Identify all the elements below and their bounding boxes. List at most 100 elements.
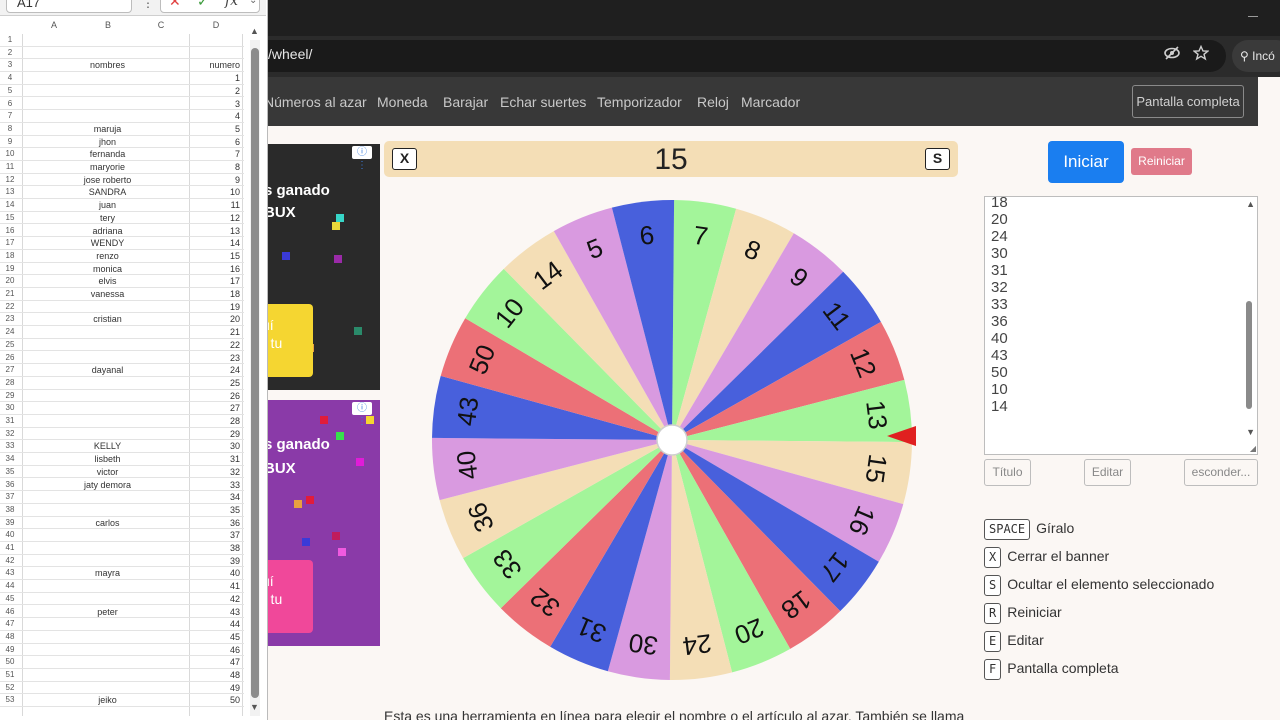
cell-nombre[interactable]: SANDRA bbox=[26, 186, 189, 199]
column-header-c[interactable]: C bbox=[136, 20, 186, 34]
title-button[interactable]: Título bbox=[984, 459, 1031, 486]
star-icon[interactable] bbox=[1192, 44, 1210, 66]
scroll-up-icon[interactable]: ▲ bbox=[1246, 199, 1255, 209]
row-number[interactable]: 40 bbox=[0, 529, 20, 542]
cell-nombre[interactable]: lisbeth bbox=[26, 453, 189, 466]
cell-nombre[interactable]: monica bbox=[26, 263, 189, 276]
cell-nombre[interactable]: carlos bbox=[26, 517, 189, 530]
row-number[interactable]: 10 bbox=[0, 148, 20, 161]
cell-numero[interactable]: 8 bbox=[190, 161, 242, 174]
nav-item-moneda[interactable]: Moneda bbox=[377, 94, 428, 110]
cell-numero[interactable]: 14 bbox=[190, 237, 242, 250]
scrollbar-thumb[interactable] bbox=[1246, 301, 1252, 409]
cell-nombre[interactable]: renzo bbox=[26, 250, 189, 263]
row-number[interactable]: 51 bbox=[0, 669, 20, 682]
spin-wheel[interactable]: 7 891112131516171820243031323336404350101… bbox=[428, 196, 916, 684]
ad-banner-top[interactable]: ⓘ ⋮ s ganado BUX uí r tu bbox=[266, 144, 380, 390]
row-number[interactable]: 8 bbox=[0, 123, 20, 136]
row-number[interactable]: 32 bbox=[0, 428, 20, 441]
eye-off-icon[interactable] bbox=[1163, 44, 1181, 67]
cell-numero[interactable]: 6 bbox=[190, 136, 242, 149]
cell-numero[interactable]: 25 bbox=[190, 377, 242, 390]
nav-item-temporizador[interactable]: Temporizador bbox=[597, 94, 682, 110]
table-row[interactable]: 43 mayra 40 bbox=[0, 567, 244, 581]
row-number[interactable]: 12 bbox=[0, 174, 20, 187]
table-row[interactable]: 17 WENDY 14 bbox=[0, 237, 244, 250]
cell-numero[interactable]: 18 bbox=[190, 288, 242, 301]
cell-nombre[interactable]: dayanal bbox=[26, 364, 189, 377]
nav-item-marcador[interactable]: Marcador bbox=[741, 94, 800, 110]
table-row[interactable]: 33 KELLY 30 bbox=[0, 440, 244, 454]
column-header-a[interactable]: A bbox=[22, 20, 86, 34]
table-row[interactable]: 34 lisbeth 31 bbox=[0, 453, 244, 466]
address-url[interactable]: /wheel/ bbox=[268, 46, 312, 62]
table-row[interactable]: 41 38 bbox=[0, 542, 244, 555]
fullscreen-button[interactable]: Pantalla completa bbox=[1132, 85, 1244, 118]
ad-banner-bottom[interactable]: ⓘ ⋮ s ganado BUX uí r tu bbox=[266, 400, 380, 646]
cell-numero[interactable]: 31 bbox=[190, 453, 242, 466]
cell-nombre[interactable]: jeiko bbox=[26, 694, 189, 707]
cell-numero[interactable]: 23 bbox=[190, 352, 242, 365]
cell-nombre[interactable]: maryorie bbox=[26, 161, 189, 174]
row-number[interactable]: 39 bbox=[0, 517, 20, 530]
cell-numero[interactable]: 49 bbox=[190, 682, 242, 695]
cell-nombre[interactable]: maruja bbox=[26, 123, 189, 136]
cell-numero[interactable]: 44 bbox=[190, 618, 242, 631]
spreadsheet-scrollbar[interactable]: ▲ ▼ bbox=[250, 26, 260, 716]
table-row[interactable]: 52 49 bbox=[0, 682, 244, 695]
row-number[interactable]: 9 bbox=[0, 136, 20, 149]
cell-nombre[interactable]: jaty demora bbox=[26, 479, 189, 492]
edit-button[interactable]: Editar bbox=[1084, 459, 1131, 486]
table-row[interactable]: 39 carlos 36 bbox=[0, 517, 244, 530]
accept-icon[interactable]: ✓ bbox=[197, 0, 209, 9]
entries-textarea[interactable]: 18 20 24 30 31 32 33 36 40 43 50 10 14 ▲ ▼ ◢ bbox=[984, 196, 1258, 455]
hide-button[interactable]: esconder... bbox=[1184, 459, 1258, 486]
row-number[interactable]: 1 bbox=[0, 34, 20, 47]
row-number[interactable]: 46 bbox=[0, 606, 20, 619]
table-row[interactable]: 13 SANDRA 10 bbox=[0, 186, 244, 200]
cell-numero[interactable]: 32 bbox=[190, 466, 242, 479]
table-row[interactable]: 31 28 bbox=[0, 415, 244, 428]
row-number[interactable]: 25 bbox=[0, 339, 20, 352]
table-row[interactable]: 37 34 bbox=[0, 491, 244, 504]
row-number[interactable]: 30 bbox=[0, 402, 20, 415]
cell-nombre[interactable]: mayra bbox=[26, 567, 189, 580]
cell-numero[interactable]: 22 bbox=[190, 339, 242, 352]
row-number[interactable]: 29 bbox=[0, 390, 20, 403]
cell-numero[interactable]: 21 bbox=[190, 326, 242, 339]
nav-item-barajar[interactable]: Barajar bbox=[443, 94, 488, 110]
row-number[interactable]: 33 bbox=[0, 440, 20, 453]
table-row[interactable]: 3 nombres numero bbox=[0, 59, 244, 73]
cancel-icon[interactable]: ✕ bbox=[169, 0, 181, 9]
row-number[interactable]: 3 bbox=[0, 59, 20, 72]
cell-nombre[interactable]: nombres bbox=[26, 59, 189, 72]
scroll-up-icon[interactable]: ▲ bbox=[250, 26, 259, 36]
cell-numero[interactable]: 38 bbox=[190, 542, 242, 555]
cell-numero[interactable]: 7 bbox=[190, 148, 242, 161]
cell-numero[interactable]: 48 bbox=[190, 669, 242, 682]
cell-numero[interactable]: 42 bbox=[190, 593, 242, 606]
minimize-icon[interactable] bbox=[1248, 16, 1258, 17]
column-header-d[interactable]: D bbox=[190, 20, 242, 34]
cell-numero[interactable]: 46 bbox=[190, 644, 242, 657]
ad-info-icon[interactable]: ⓘ ⋮ bbox=[352, 402, 372, 427]
more-icon[interactable]: ⋮ bbox=[142, 0, 154, 10]
row-number[interactable]: 16 bbox=[0, 225, 20, 238]
hide-selected-button[interactable]: S bbox=[925, 148, 950, 170]
row-number[interactable]: 45 bbox=[0, 593, 20, 606]
cell-nombre[interactable]: vanessa bbox=[26, 288, 189, 301]
incognito-badge[interactable]: ⚲ Incó bbox=[1232, 40, 1280, 72]
table-row[interactable]: 16 adriana 13 bbox=[0, 225, 244, 238]
ad-info-icon[interactable]: ⓘ ⋮ bbox=[352, 146, 372, 171]
row-number[interactable]: 36 bbox=[0, 479, 20, 492]
cell-nombre[interactable]: fernanda bbox=[26, 148, 189, 161]
row-number[interactable]: 20 bbox=[0, 275, 20, 288]
column-header-b[interactable]: B bbox=[86, 20, 130, 34]
cell-numero[interactable]: 40 bbox=[190, 567, 242, 580]
cell-nombre[interactable]: victor bbox=[26, 466, 189, 479]
row-number[interactable]: 15 bbox=[0, 212, 20, 225]
row-number[interactable]: 4 bbox=[0, 72, 20, 85]
resize-handle-icon[interactable]: ◢ bbox=[1250, 444, 1256, 453]
cell-numero[interactable]: 3 bbox=[190, 98, 242, 111]
table-row[interactable]: 51 48 bbox=[0, 669, 244, 682]
